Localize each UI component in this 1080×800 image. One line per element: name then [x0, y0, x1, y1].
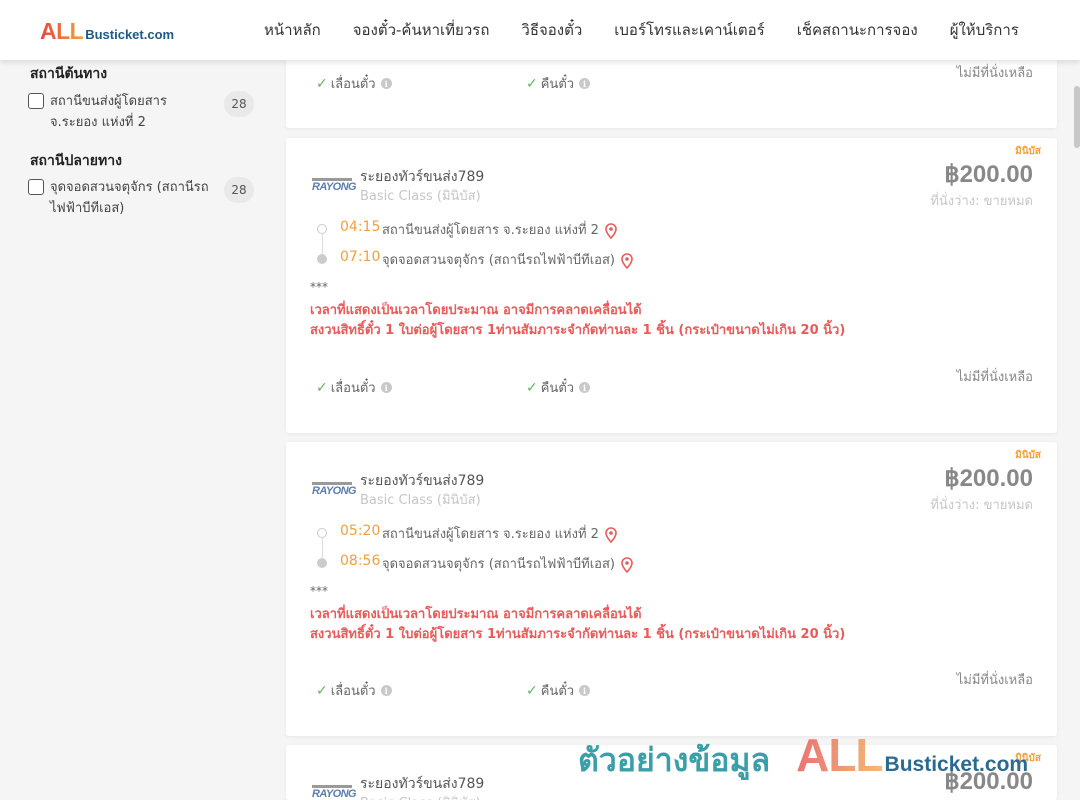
origin-checkbox[interactable]	[28, 93, 44, 109]
departure-stop-label: สถานีขนส่งผู้โดยสาร จ.ระยอง แห่งที่ 2	[382, 527, 599, 542]
info-icon[interactable]: i	[380, 78, 392, 89]
check-icon: ✓	[526, 682, 538, 699]
reschedule-label: เลื่อนตั๋ว	[330, 77, 376, 92]
info-icon[interactable]: i	[579, 78, 591, 89]
check-icon: ✓	[316, 75, 328, 92]
reschedule-action[interactable]: ✓ เลื่อนตั๋ว i	[316, 73, 392, 94]
arrival-time: 07:10	[340, 249, 381, 265]
operator-logo: RAYONG	[312, 178, 356, 194]
time-disclaimer: เวลาที่แสดงเป็นเวลาโดยประมาณ อาจมีการคลา…	[310, 303, 642, 318]
baggage-policy: สงวนสิทธิ์ตั๋ว 1 ใบต่อผู้โดยสาร 1ท่านสัม…	[310, 323, 846, 338]
destination-option-label: จุดจอดสวนจตุจักร (สถานีรถไฟฟ้าบีทีเอส)	[50, 180, 209, 216]
nav-operators[interactable]: ผู้ให้บริการ	[934, 18, 1035, 42]
departure-time: 04:15	[340, 219, 381, 235]
info-icon[interactable]: i	[579, 382, 591, 393]
refund-label: คืนตั๋ว	[540, 381, 575, 396]
reschedule-label: เลื่อนตั๋ว	[330, 684, 376, 699]
departure-stop-label: สถานีขนส่งผู้โดยสาร จ.ระยอง แห่งที่ 2	[382, 223, 599, 238]
logo-all-text: ALL	[40, 18, 84, 44]
refund-action[interactable]: ✓ คืนตั๋ว i	[526, 377, 591, 398]
arrival-stop: จุดจอดสวนจตุจักร (สถานีรถไฟฟ้าบีทีเอส)	[382, 553, 633, 574]
departure-time: 05:20	[340, 523, 381, 539]
destination-option-count: 28	[224, 177, 254, 203]
operator-logo: RAYONG	[312, 482, 356, 498]
departure-stop: สถานีขนส่งผู้โดยสาร จ.ระยอง แห่งที่ 2	[382, 523, 617, 544]
nav-how-to-book[interactable]: วิธีจองตั๋ว	[505, 18, 598, 42]
destination-filter-title: สถานีปลายทาง	[30, 153, 122, 169]
nav-check-booking[interactable]: เช็คสถานะการจอง	[781, 18, 934, 42]
info-icon[interactable]: i	[380, 382, 392, 393]
logo-domain-text: Busticket.com	[85, 27, 175, 42]
nav-contacts[interactable]: เบอร์โทรและเคาน์เตอร์	[598, 18, 780, 42]
timeline-origin-dot	[317, 224, 327, 234]
no-seats-label: ไม่มีที่นั่งเหลือ	[956, 370, 1033, 385]
ticket-price: ฿200.00	[944, 161, 1033, 188]
timeline-destination-dot	[317, 254, 327, 264]
operator-logo: RAYONG	[312, 785, 356, 800]
origin-filter-option[interactable]: สถานีขนส่งผู้โดยสาร จ.ระยอง แห่งที่ 2 28	[28, 91, 258, 133]
timeline-line	[321, 234, 323, 254]
arrival-stop-label: จุดจอดสวนจตุจักร (สถานีรถไฟฟ้าบีทีเอส)	[382, 557, 615, 572]
map-pin-icon[interactable]	[621, 556, 633, 573]
bus-class: Basic Class (มินิบัส)	[360, 792, 481, 800]
no-seats-label: ไม่มีที่นั่งเหลือ	[956, 673, 1033, 688]
timeline-origin-dot	[317, 528, 327, 538]
arrival-stop-label: จุดจอดสวนจตุจักร (สถานีรถไฟฟ้าบีทีเอส)	[382, 253, 615, 268]
destination-filter-option[interactable]: จุดจอดสวนจตุจักร (สถานีรถไฟฟ้าบีทีเอส) 2…	[28, 177, 258, 219]
watermark-domain-text: Busticket.com	[884, 753, 1029, 776]
note-stars: ***	[310, 584, 328, 598]
trip-card[interactable]: มินิบัส RAYONG ระยองทัวร์ขนส่ง789 Basic …	[286, 138, 1057, 433]
refund-action[interactable]: ✓ คืนตั๋ว i	[526, 73, 591, 94]
ticket-price: ฿200.00	[944, 465, 1033, 492]
seat-availability: ที่นั่งว่าง: ขายหมด	[930, 194, 1033, 209]
nav-book-search[interactable]: จองตั๋ว-ค้นหาเที่ยวรถ	[337, 18, 506, 42]
bus-type-tag: มินิบัส	[1015, 450, 1041, 461]
arrival-time: 08:56	[340, 553, 381, 569]
seat-availability: ที่นั่งว่าง: ขายหมด	[930, 498, 1033, 513]
info-icon[interactable]: i	[579, 685, 591, 696]
map-pin-icon[interactable]	[605, 222, 617, 239]
bus-type-tag: มินิบัส	[1015, 146, 1041, 157]
time-disclaimer: เวลาที่แสดงเป็นเวลาโดยประมาณ อาจมีการคลา…	[310, 607, 642, 622]
check-icon: ✓	[526, 75, 538, 92]
top-header: ALL Busticket.com หน้าหลัก จองตั๋ว-ค้นหา…	[0, 0, 1080, 60]
no-seats-label: ไม่มีที่นั่งเหลือ	[956, 66, 1033, 81]
arrival-stop: จุดจอดสวนจตุจักร (สถานีรถไฟฟ้าบีทีเอส)	[382, 249, 633, 270]
watermark-sample-text: ตัวอย่างข้อมูล	[578, 741, 771, 779]
reschedule-action[interactable]: ✓ เลื่อนตั๋ว i	[316, 680, 392, 701]
note-stars: ***	[310, 280, 328, 294]
refund-action[interactable]: ✓ คืนตั๋ว i	[526, 680, 591, 701]
destination-checkbox[interactable]	[28, 179, 44, 195]
refund-label: คืนตั๋ว	[540, 77, 575, 92]
page-scrollbar[interactable]	[1074, 86, 1080, 148]
bus-class: Basic Class (มินิบัส)	[360, 189, 481, 204]
watermark-all-text: ALL	[796, 729, 883, 781]
origin-filter-title: สถานีต้นทาง	[30, 66, 108, 82]
main-nav: หน้าหลัก จองตั๋ว-ค้นหาเที่ยวรถ วิธีจองตั…	[248, 0, 1035, 60]
reschedule-action[interactable]: ✓ เลื่อนตั๋ว i	[316, 377, 392, 398]
nav-home[interactable]: หน้าหลัก	[248, 18, 337, 42]
baggage-policy: สงวนสิทธิ์ตั๋ว 1 ใบต่อผู้โดยสาร 1ท่านสัม…	[310, 627, 846, 642]
timeline-line	[321, 538, 323, 558]
bus-class: Basic Class (มินิบัส)	[360, 493, 481, 508]
timeline-destination-dot	[317, 558, 327, 568]
reschedule-label: เลื่อนตั๋ว	[330, 381, 376, 396]
info-icon[interactable]: i	[380, 685, 392, 696]
site-logo[interactable]: ALL Busticket.com	[40, 18, 174, 45]
sample-watermark: ตัวอย่างข้อมูล ALL Busticket.com	[578, 728, 1028, 786]
origin-option-count: 28	[224, 91, 254, 117]
map-pin-icon[interactable]	[605, 526, 617, 543]
check-icon: ✓	[316, 379, 328, 396]
trip-card[interactable]: มินิบัส RAYONG ระยองทัวร์ขนส่ง789 Basic …	[286, 442, 1057, 736]
check-icon: ✓	[316, 682, 328, 699]
map-pin-icon[interactable]	[621, 252, 633, 269]
check-icon: ✓	[526, 379, 538, 396]
origin-option-label: สถานีขนส่งผู้โดยสาร จ.ระยอง แห่งที่ 2	[50, 94, 167, 130]
refund-label: คืนตั๋ว	[540, 684, 575, 699]
departure-stop: สถานีขนส่งผู้โดยสาร จ.ระยอง แห่งที่ 2	[382, 219, 617, 240]
